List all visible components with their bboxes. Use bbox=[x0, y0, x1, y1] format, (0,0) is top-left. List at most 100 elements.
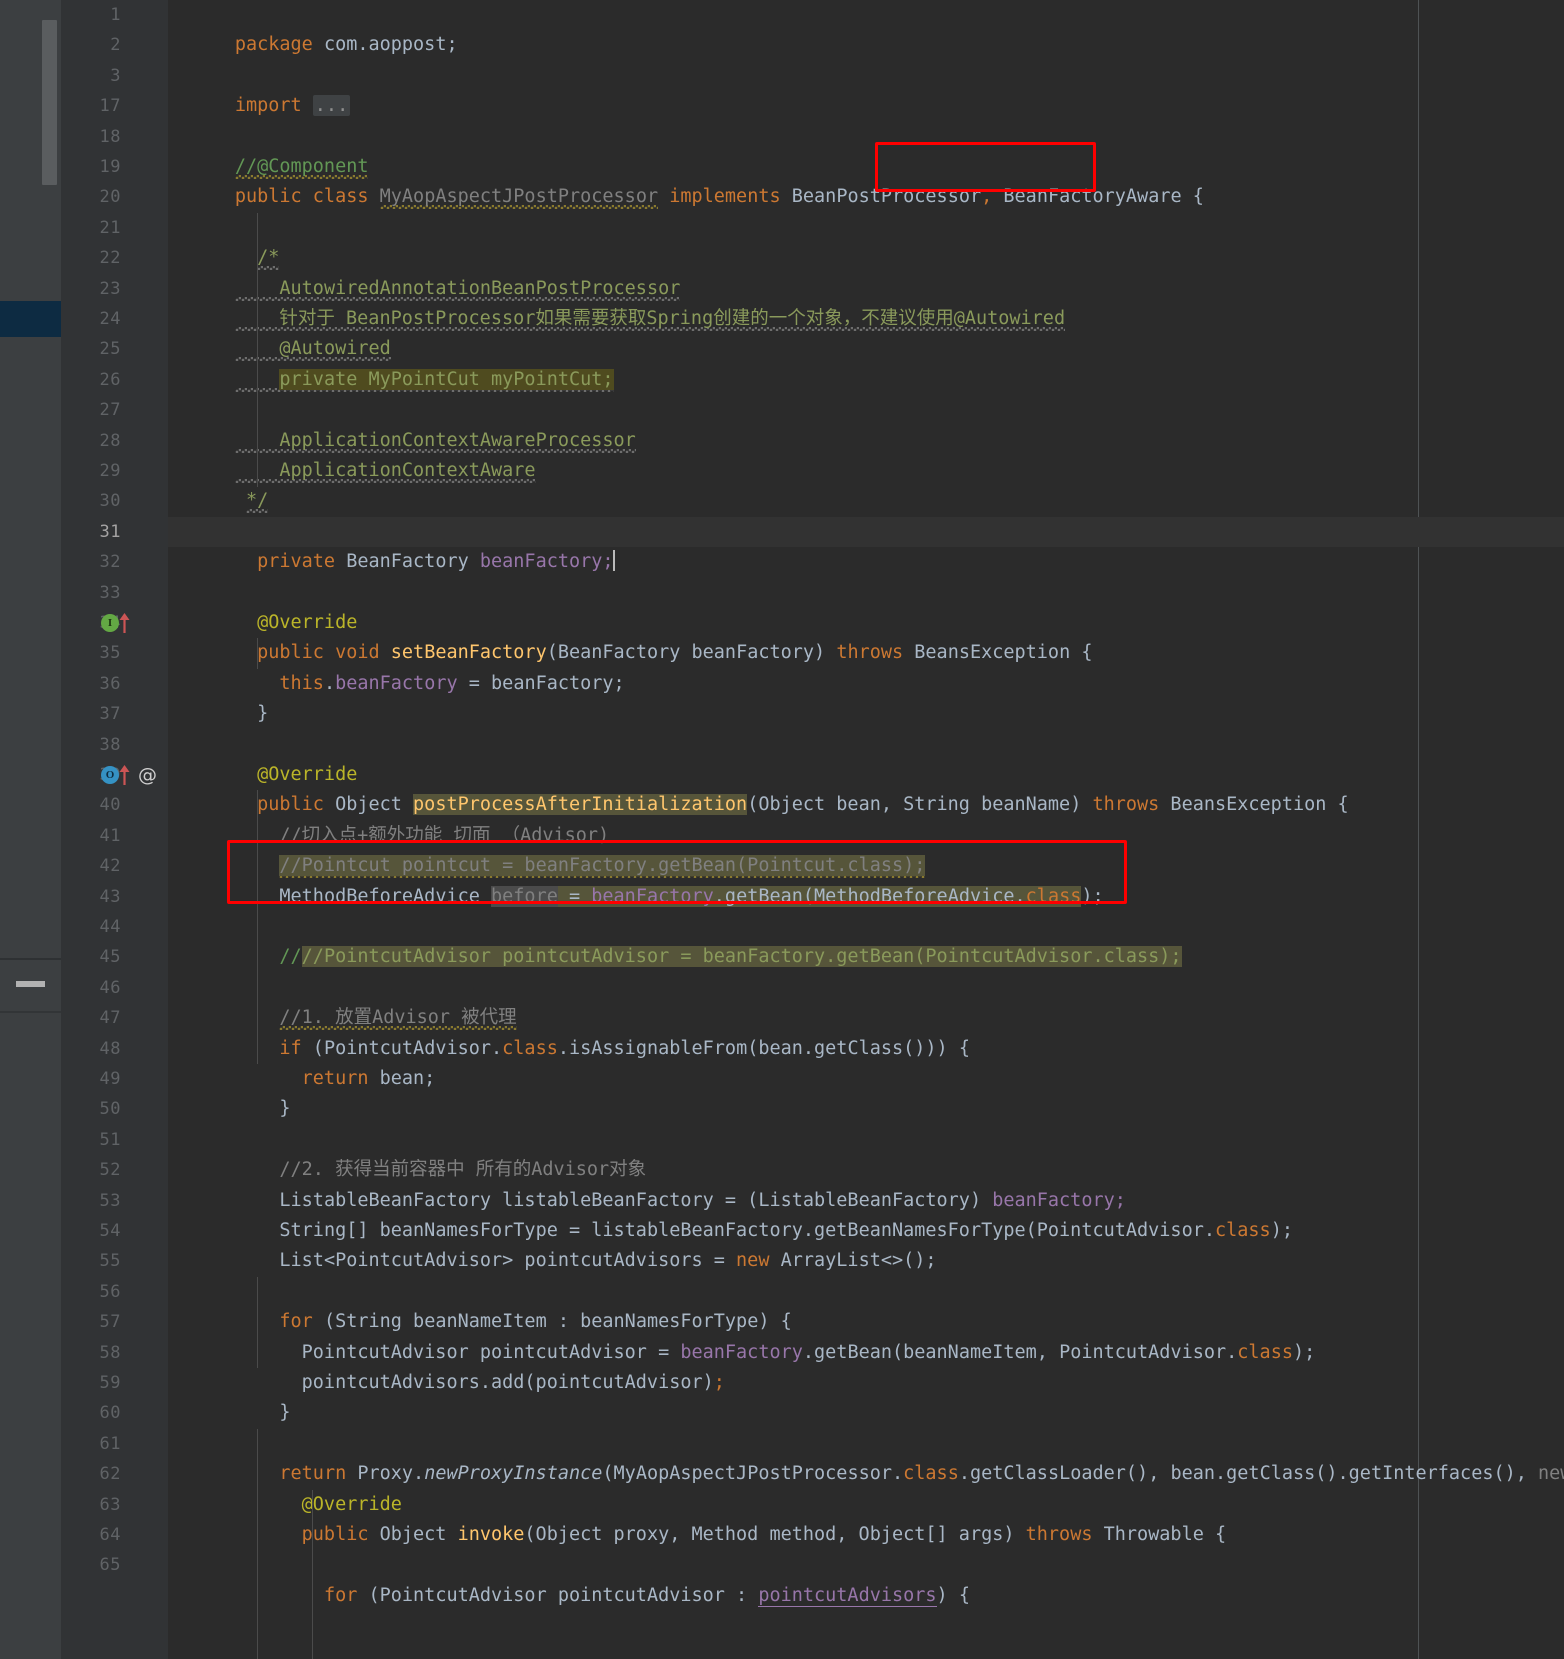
gutter-line-number[interactable]: 42 bbox=[61, 851, 168, 881]
code-line-24[interactable]: @Autowired bbox=[168, 304, 1564, 360]
gutter-line-number[interactable]: 52 bbox=[61, 1155, 168, 1185]
code-line-43[interactable] bbox=[168, 882, 1564, 912]
gutter-line-number[interactable]: 20 bbox=[61, 182, 168, 212]
gutter-line-number[interactable]: 57 bbox=[61, 1307, 168, 1337]
code-line-19[interactable]: public class MyAopAspectJPostProcessor i… bbox=[168, 152, 1564, 208]
code-line-52[interactable]: ListableBeanFactory listableBeanFactory … bbox=[168, 1155, 1564, 1211]
code-line-20[interactable] bbox=[168, 182, 1564, 212]
code-line-48[interactable]: return bean; bbox=[168, 1034, 1564, 1089]
gutter-line-number[interactable]: 2 bbox=[61, 30, 168, 60]
vertical-scrollbar-thumb[interactable] bbox=[42, 20, 57, 185]
code-line-2[interactable] bbox=[168, 30, 1564, 60]
code-line-49[interactable]: } bbox=[168, 1064, 1564, 1119]
gutter-line-number[interactable]: 46 bbox=[61, 973, 168, 1003]
gutter-line-number[interactable]: 18 bbox=[61, 122, 168, 152]
code-line-31[interactable]: private BeanFactory beanFactory; bbox=[168, 516, 1564, 572]
gutter-line-number[interactable]: 35 bbox=[61, 638, 168, 668]
code-line-18[interactable]: //@Component bbox=[168, 122, 1564, 177]
code-line-36[interactable]: } bbox=[168, 669, 1564, 724]
gutter-line-number[interactable]: 45 bbox=[61, 942, 168, 972]
code-line-42[interactable]: MethodBeforeAdvice before = beanFactory.… bbox=[168, 851, 1564, 907]
code-line-62[interactable]: @Override bbox=[168, 1459, 1564, 1515]
gutter-line-number[interactable]: 62 bbox=[61, 1459, 168, 1489]
code-line-1[interactable]: package com.aoppost; bbox=[168, 0, 1564, 55]
code-line-37[interactable] bbox=[168, 699, 1564, 729]
code-line-45[interactable] bbox=[168, 942, 1564, 972]
code-line-35[interactable]: this.beanFactory = beanFactory; bbox=[168, 638, 1564, 694]
code-line-44[interactable]: ////PointcutAdvisor pointcutAdvisor = be… bbox=[168, 912, 1564, 968]
code-line-25[interactable]: private MyPointCut myPointCut; bbox=[168, 334, 1564, 390]
gutter-line-number[interactable]: 63 bbox=[61, 1490, 168, 1520]
code-line-38[interactable]: @Override bbox=[168, 730, 1564, 785]
code-line-32[interactable] bbox=[168, 547, 1564, 577]
gutter-line-number[interactable]: 50 bbox=[61, 1094, 168, 1124]
collapse-handle-icon[interactable] bbox=[16, 981, 45, 987]
editor-marker-strip[interactable] bbox=[0, 0, 61, 1659]
code-line-30[interactable] bbox=[168, 486, 1564, 516]
gutter-line-number[interactable]: 59 bbox=[61, 1368, 168, 1398]
gutter-line-number[interactable]: 51 bbox=[61, 1125, 168, 1155]
code-line-3[interactable]: import ... bbox=[168, 61, 1564, 117]
gutter-line-number[interactable]: 23 bbox=[61, 274, 168, 304]
code-line-50[interactable] bbox=[168, 1094, 1564, 1124]
gutter-line-number[interactable]: 38 bbox=[61, 730, 168, 760]
code-line-29[interactable]: */ bbox=[168, 456, 1564, 512]
code-line-22[interactable]: AutowiredAnnotationBeanPostProcessor bbox=[168, 243, 1564, 299]
gutter-line-number[interactable]: 54 bbox=[61, 1216, 168, 1246]
gutter-line-number[interactable]: 3 bbox=[61, 61, 168, 91]
code-line-57[interactable]: PointcutAdvisor pointcutAdvisor = beanFa… bbox=[168, 1307, 1564, 1363]
gutter-line-number[interactable]: 28 bbox=[61, 426, 168, 456]
gutter-line-number[interactable]: 55 bbox=[61, 1246, 168, 1276]
gutter-line-number[interactable]: 21 bbox=[61, 213, 168, 243]
gutter-line-number[interactable]: 17 bbox=[61, 91, 168, 121]
gutter-line-number[interactable]: 30 bbox=[61, 486, 168, 516]
gutter-line-number[interactable]: 34 bbox=[61, 608, 168, 638]
gutter-line-number[interactable]: 24 bbox=[61, 304, 168, 334]
gutter-line-number[interactable]: 37 bbox=[61, 699, 168, 729]
code-line-63[interactable]: public Object invoke(Object proxy, Metho… bbox=[168, 1490, 1564, 1545]
gutter-line-number[interactable]: 56 bbox=[61, 1277, 168, 1307]
code-line-33[interactable]: @Override bbox=[168, 578, 1564, 633]
code-line-53[interactable]: String[] beanNamesForType = listableBean… bbox=[168, 1186, 1564, 1241]
code-line-17[interactable] bbox=[168, 91, 1564, 121]
gutter-line-number[interactable]: 43 bbox=[61, 882, 168, 912]
code-line-46[interactable]: //1. 放置Advisor 被代理 bbox=[168, 973, 1564, 1029]
code-line-26[interactable] bbox=[168, 365, 1564, 395]
gutter-line-number[interactable]: 26 bbox=[61, 365, 168, 395]
code-line-28[interactable]: ApplicationContextAware bbox=[168, 426, 1564, 481]
code-line-65[interactable]: for (PointcutAdvisor pointcutAdvisor : p… bbox=[168, 1550, 1564, 1607]
gutter-line-number[interactable]: 61 bbox=[61, 1429, 168, 1459]
code-line-21[interactable]: /* bbox=[168, 213, 1564, 269]
code-line-23[interactable]: 针对于 BeanPostProcessor如果需要获取Spring创建的一个对象… bbox=[168, 274, 1564, 329]
editor-text-area[interactable]: package com.aoppost; import ... //@Compo… bbox=[168, 0, 1564, 1659]
code-line-60[interactable] bbox=[168, 1398, 1564, 1428]
gutter-line-number[interactable]: 47 bbox=[61, 1003, 168, 1033]
gutter-line-number[interactable]: 22 bbox=[61, 243, 168, 273]
code-line-56[interactable]: for (String beanNameItem : beanNamesForT… bbox=[168, 1277, 1564, 1332]
gutter-line-number[interactable]: 33 bbox=[61, 578, 168, 608]
gutter-line-number[interactable]: 31 bbox=[61, 517, 168, 547]
code-line-54[interactable]: List<PointcutAdvisor> pointcutAdvisors =… bbox=[168, 1216, 1564, 1271]
gutter-line-number[interactable]: 60 bbox=[61, 1398, 168, 1428]
code-line-34[interactable]: public void setBeanFactory(BeanFactory b… bbox=[168, 608, 1564, 663]
marker-highlight-band[interactable] bbox=[0, 301, 61, 337]
gutter-line-number[interactable]: 39 bbox=[61, 760, 168, 790]
gutter-line-number[interactable]: 49 bbox=[61, 1064, 168, 1094]
code-line-59[interactable]: } bbox=[168, 1368, 1564, 1423]
gutter-line-number[interactable]: 41 bbox=[61, 821, 168, 851]
gutter-line-number[interactable]: 58 bbox=[61, 1338, 168, 1368]
code-line-64[interactable] bbox=[168, 1520, 1564, 1550]
code-line-41[interactable]: //Pointcut pointcut = beanFactory.getBea… bbox=[168, 821, 1564, 877]
editor-gutter[interactable]: 1 2 3 17 18 19 20 21 22 23 24 25 26 27 28 29 30 31 32 33 34 I… bbox=[61, 0, 168, 1659]
gutter-line-number[interactable]: 36 bbox=[61, 669, 168, 699]
gutter-line-number[interactable]: 25 bbox=[61, 334, 168, 364]
gutter-line-number[interactable]: 65 bbox=[61, 1550, 168, 1580]
code-line-58[interactable]: pointcutAdvisors.add(pointcutAdvisor); bbox=[168, 1338, 1564, 1393]
code-line-61[interactable]: return Proxy.newProxyInstance(MyAopAspec… bbox=[168, 1429, 1564, 1484]
gutter-line-number[interactable]: 64 bbox=[61, 1520, 168, 1550]
gutter-line-number[interactable]: 48 bbox=[61, 1034, 168, 1064]
gutter-line-number[interactable]: 40 bbox=[61, 790, 168, 820]
gutter-line-number[interactable]: 53 bbox=[61, 1186, 168, 1216]
gutter-line-number[interactable]: 29 bbox=[61, 456, 168, 486]
gutter-line-number[interactable]: 44 bbox=[61, 912, 168, 942]
